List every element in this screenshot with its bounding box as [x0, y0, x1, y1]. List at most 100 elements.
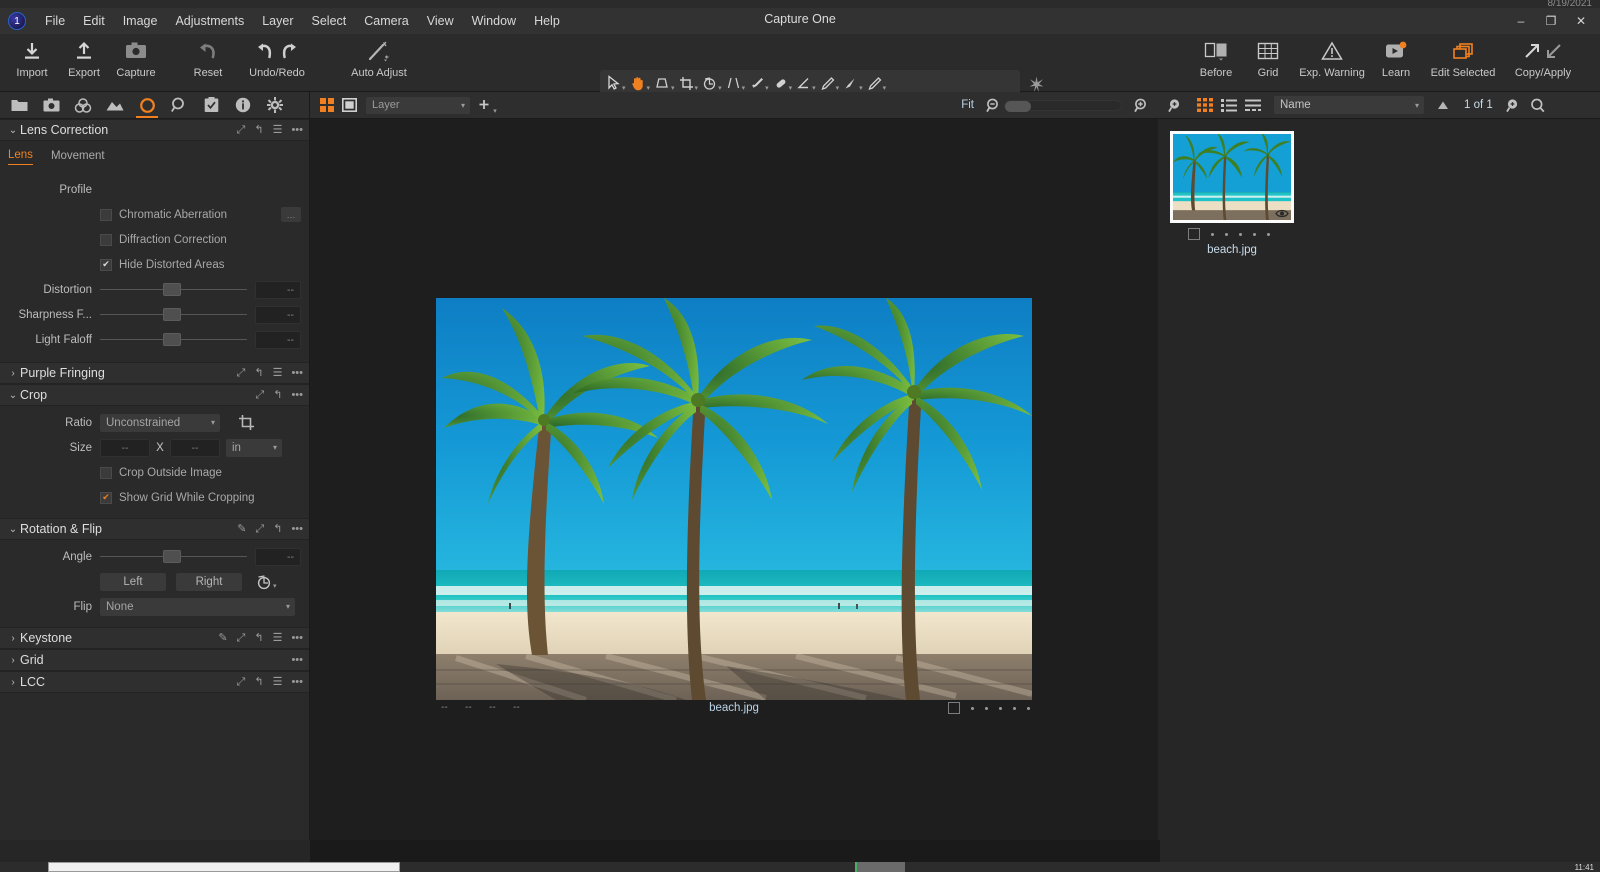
close-button[interactable]: ✕	[1566, 10, 1596, 32]
keystone-section-header[interactable]: › Keystone ✎ ⤢ ↰ ☰ •••	[0, 627, 309, 649]
menu-icon[interactable]: ☰	[273, 677, 283, 688]
picker-icon[interactable]: ✎	[237, 524, 246, 535]
thumbnail-image[interactable]	[1170, 131, 1294, 223]
library-tab[interactable]	[4, 93, 34, 118]
tool-panel-scroll[interactable]: ⌄ Lens Correction ⤢ ↰ ☰ ••• Lens Movemen…	[0, 119, 309, 840]
slider-knob[interactable]	[163, 308, 181, 321]
exposure-warning-button[interactable]: Exp. Warning	[1294, 34, 1370, 79]
magic-sparkle-icon[interactable]	[1028, 76, 1045, 93]
lcc-section-header[interactable]: › LCC ⤢ ↰ ☰ •••	[0, 671, 309, 693]
list-view[interactable]	[1218, 95, 1240, 115]
reset-icon[interactable]: ↰	[254, 633, 263, 644]
diffraction-correction-checkbox[interactable]	[100, 234, 112, 246]
sharpness-falloff-value[interactable]: --	[255, 306, 301, 324]
menu-view[interactable]: View	[418, 10, 463, 32]
rating-dot[interactable]	[1253, 233, 1256, 236]
color-tab[interactable]	[68, 93, 98, 118]
filmstrip-view[interactable]	[1242, 95, 1264, 115]
export-button[interactable]: Export	[58, 34, 110, 79]
copy-apply-button[interactable]: Copy/Apply	[1504, 34, 1582, 79]
main-photo[interactable]	[436, 298, 1032, 700]
menu-adjustments[interactable]: Adjustments	[166, 10, 253, 32]
thumbnail-select-checkbox[interactable]	[1188, 228, 1200, 240]
more-options-icon[interactable]: •••	[291, 655, 303, 666]
crop-ratio-select[interactable]: Unconstrained ▾	[100, 414, 220, 432]
import-button[interactable]: Import	[6, 34, 58, 79]
add-layer-button[interactable]: ▾	[476, 95, 498, 115]
rating-dot[interactable]	[985, 707, 988, 710]
reset-icon[interactable]: ↰	[254, 125, 263, 136]
menu-edit[interactable]: Edit	[74, 10, 114, 32]
metadata-tab[interactable]	[228, 93, 258, 118]
zoom-slider-knob[interactable]	[1005, 101, 1031, 112]
menu-camera[interactable]: Camera	[355, 10, 417, 32]
menu-help[interactable]: Help	[525, 10, 569, 32]
crop-section-header[interactable]: ⌄ Crop ⤢ ↰ •••	[0, 384, 309, 406]
menu-icon[interactable]: ☰	[273, 633, 283, 644]
reset-icon[interactable]: ↰	[273, 390, 282, 401]
light-falloff-slider[interactable]	[100, 332, 247, 348]
zoom-in-icon[interactable]	[1130, 95, 1152, 115]
reset-button[interactable]: Reset	[182, 34, 234, 79]
menu-select[interactable]: Select	[303, 10, 356, 32]
more-options-icon[interactable]: •••	[291, 125, 303, 136]
edit-selected-button[interactable]: Edit Selected	[1422, 34, 1504, 79]
chevron-down-icon[interactable]: ⌄	[6, 390, 20, 401]
rotate-reset-icon[interactable]: ▾	[256, 574, 277, 590]
menu-image[interactable]: Image	[114, 10, 167, 32]
learn-button[interactable]: Learn	[1370, 34, 1422, 79]
light-falloff-value[interactable]: --	[255, 331, 301, 349]
crop-unit-select[interactable]: in ▾	[226, 439, 282, 457]
browser-zoom-icon[interactable]	[1503, 95, 1525, 115]
crop-height-input[interactable]: --	[170, 439, 220, 457]
adjustments-tab[interactable]	[196, 93, 226, 118]
rating-dot[interactable]	[1211, 233, 1214, 236]
flip-select[interactable]: None ▾	[100, 598, 295, 616]
more-options-icon[interactable]: •••	[291, 368, 303, 379]
menu-layer[interactable]: Layer	[253, 10, 302, 32]
rating-dot[interactable]	[1239, 233, 1242, 236]
rating-dot[interactable]	[971, 707, 974, 710]
picker-icon[interactable]: ✎	[218, 633, 227, 644]
chevron-right-icon[interactable]: ›	[6, 677, 20, 688]
distortion-value[interactable]: --	[255, 281, 301, 299]
minimize-button[interactable]: –	[1506, 10, 1536, 32]
reset-icon[interactable]: ↰	[254, 368, 263, 379]
sharpness-falloff-slider[interactable]	[100, 307, 247, 323]
chromatic-aberration-checkbox[interactable]	[100, 209, 112, 221]
menu-file[interactable]: File	[36, 10, 74, 32]
rotation-angle-value[interactable]: --	[255, 548, 301, 566]
rating-dot[interactable]	[1267, 233, 1270, 236]
capture-tab[interactable]	[36, 93, 66, 118]
slider-knob[interactable]	[163, 333, 181, 346]
grid-view-icon[interactable]	[316, 95, 338, 115]
single-view-icon[interactable]	[338, 95, 360, 115]
search-zoom-icon[interactable]	[1164, 95, 1186, 115]
zoom-out-icon[interactable]	[982, 95, 1004, 115]
rotation-flip-section-header[interactable]: ⌄ Rotation & Flip ✎ ⤢ ↰ •••	[0, 518, 309, 540]
hide-distorted-areas-checkbox[interactable]: ✔	[100, 259, 112, 271]
rating-dot[interactable]	[1013, 707, 1016, 710]
rating-dot[interactable]	[1225, 233, 1228, 236]
rating-dot[interactable]	[1027, 707, 1030, 710]
slider-knob[interactable]	[163, 283, 181, 296]
expand-icon[interactable]: ⤢	[237, 125, 246, 136]
chevron-down-icon[interactable]: ⌄	[6, 524, 20, 535]
sort-ascending-icon[interactable]	[1432, 95, 1454, 115]
crop-width-input[interactable]: --	[100, 439, 150, 457]
find-icon[interactable]	[1527, 95, 1549, 115]
list-item[interactable]: beach.jpg	[1170, 131, 1294, 256]
rotation-angle-slider[interactable]	[100, 549, 247, 565]
menu-window[interactable]: Window	[463, 10, 525, 32]
chevron-right-icon[interactable]: ›	[6, 633, 20, 644]
taskbar-window-item[interactable]	[48, 862, 400, 872]
capture-button[interactable]: Capture	[110, 34, 162, 79]
slider-knob[interactable]	[163, 550, 181, 563]
expand-icon[interactable]: ⤢	[255, 390, 264, 401]
layer-select[interactable]: Layer ▾	[366, 97, 470, 114]
lens-tab[interactable]	[132, 93, 162, 118]
undo-redo-button[interactable]: Undo/Redo	[234, 34, 320, 79]
crop-tool-icon[interactable]	[238, 414, 255, 431]
grid-button[interactable]: Grid	[1242, 34, 1294, 79]
before-button[interactable]: Before	[1190, 34, 1242, 79]
